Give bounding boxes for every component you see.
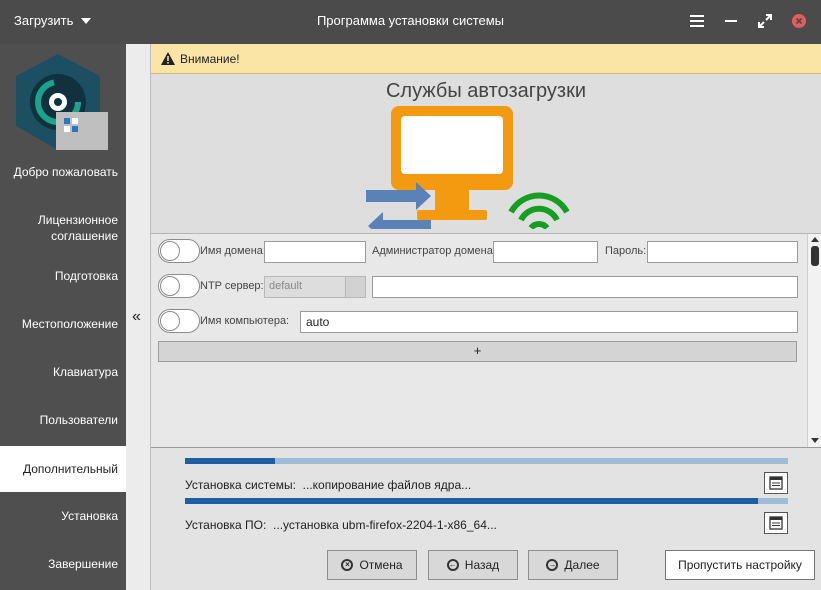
skip-setup-button[interactable]: Пропустить настройку bbox=[665, 550, 815, 580]
sidebar-item-license[interactable]: Лицензионное соглашение bbox=[0, 212, 126, 244]
software-progress-text: Установка ПО: ...установка ubm-firefox-2… bbox=[185, 518, 497, 532]
domain-input[interactable] bbox=[264, 241, 366, 263]
password-input[interactable] bbox=[647, 241, 798, 263]
sidebar-item-location[interactable]: Местоположение bbox=[0, 316, 126, 332]
load-menu-label: Загрузить bbox=[14, 13, 74, 28]
scroll-down-icon[interactable] bbox=[811, 438, 819, 443]
software-progress-fill bbox=[185, 498, 758, 504]
cancel-icon: × bbox=[341, 559, 354, 571]
log-icon bbox=[769, 476, 783, 490]
hostname-row: Имя компьютера: bbox=[158, 309, 798, 333]
chevron-down-icon bbox=[81, 17, 92, 24]
software-progress-label: Установка ПО: bbox=[185, 518, 267, 532]
software-progress-bar bbox=[185, 498, 788, 504]
settings-form: Имя домена: Администратор домена: Пароль… bbox=[151, 234, 821, 448]
hostname-label: Имя компьютера: bbox=[200, 315, 290, 327]
sidebar-item-finish[interactable]: Завершение bbox=[0, 556, 126, 572]
title-bar: Загрузить Программа установки системы bbox=[0, 0, 821, 44]
back-button-label: Назад bbox=[464, 558, 500, 572]
sidebar-item-installation[interactable]: Установка bbox=[0, 508, 126, 524]
autostart-services-illustration bbox=[366, 106, 570, 229]
ntp-toggle[interactable] bbox=[158, 274, 200, 298]
arrow-right-icon: → bbox=[546, 559, 559, 571]
scroll-up-icon[interactable] bbox=[811, 237, 819, 242]
cancel-button-label: Отмена bbox=[359, 558, 403, 572]
warning-icon bbox=[161, 52, 175, 65]
arrow-left-icon: ← bbox=[446, 559, 459, 571]
hostname-input[interactable] bbox=[300, 311, 798, 333]
toggle-knob bbox=[160, 241, 180, 261]
minimize-icon[interactable] bbox=[721, 10, 741, 32]
warning-banner: Внимание! bbox=[151, 44, 821, 74]
ntp-select-value: default bbox=[269, 280, 303, 292]
installer-logo bbox=[16, 54, 108, 150]
ntp-label: NTP сервер: bbox=[200, 280, 264, 292]
ntp-row: NTP сервер: default bbox=[158, 274, 798, 298]
system-progress-bar bbox=[185, 458, 788, 464]
hero-section: Службы автозагрузки bbox=[151, 74, 821, 234]
collapse-sidebar-icon[interactable]: « bbox=[132, 308, 141, 326]
next-button[interactable]: → Далее bbox=[528, 550, 618, 580]
domain-toggle[interactable] bbox=[158, 239, 200, 263]
system-progress-fill bbox=[185, 458, 276, 464]
back-button[interactable]: ← Назад bbox=[428, 550, 518, 580]
skip-setup-button-label: Пропустить настройку bbox=[678, 558, 802, 572]
system-log-button[interactable] bbox=[764, 472, 788, 494]
load-menu-button[interactable]: Загрузить bbox=[14, 13, 92, 28]
maximize-icon[interactable] bbox=[755, 10, 775, 32]
close-icon[interactable] bbox=[789, 10, 809, 32]
ntp-select-dropdown-button[interactable] bbox=[345, 277, 365, 297]
cancel-button[interactable]: × Отмена bbox=[327, 550, 417, 580]
main-panel: Внимание! Службы автозагрузки Имя домена… bbox=[151, 44, 821, 590]
sidebar-item-welcome[interactable]: Добро пожаловать bbox=[0, 164, 126, 180]
sidebar-collapse-strip: « bbox=[126, 44, 151, 590]
toggle-knob bbox=[160, 276, 180, 296]
hostname-toggle[interactable] bbox=[158, 309, 200, 333]
system-progress-label: Установка системы: bbox=[185, 478, 296, 492]
add-button[interactable]: + bbox=[158, 341, 797, 362]
menu-icon[interactable] bbox=[687, 10, 707, 32]
sidebar-item-preparation[interactable]: Подготовка bbox=[0, 268, 126, 284]
admin-input[interactable] bbox=[493, 241, 598, 263]
scrollbar-thumb[interactable] bbox=[811, 246, 819, 266]
ntp-select[interactable]: default bbox=[264, 276, 366, 298]
page-title: Службы автозагрузки bbox=[385, 80, 587, 102]
ntp-server-input[interactable] bbox=[372, 276, 798, 298]
system-progress-status: ...копирование файлов ядра... bbox=[302, 478, 472, 492]
form-scrollbar[interactable] bbox=[807, 234, 821, 447]
system-progress-text: Установка системы: ...копирование файлов… bbox=[185, 478, 471, 492]
password-label: Пароль: bbox=[605, 245, 647, 257]
sidebar-item-users[interactable]: Пользователи bbox=[0, 412, 126, 428]
log-icon bbox=[769, 516, 783, 530]
admin-label: Администратор домена: bbox=[372, 245, 496, 257]
sidebar-item-advanced[interactable]: Дополнительный bbox=[0, 446, 126, 492]
software-log-button[interactable] bbox=[764, 512, 788, 534]
domain-label: Имя домена: bbox=[200, 245, 266, 257]
next-button-label: Далее bbox=[564, 558, 600, 572]
software-progress-status: ...установка ubm-firefox-2204-1-x86_64..… bbox=[273, 518, 497, 532]
sidebar-item-keyboard[interactable]: Клавиатура bbox=[0, 364, 126, 380]
domain-row: Имя домена: Администратор домена: Пароль… bbox=[158, 239, 798, 263]
warning-text: Внимание! bbox=[180, 51, 240, 66]
sidebar: Добро пожаловать Лицензионное соглашение… bbox=[0, 44, 126, 590]
toggle-knob bbox=[160, 311, 180, 331]
